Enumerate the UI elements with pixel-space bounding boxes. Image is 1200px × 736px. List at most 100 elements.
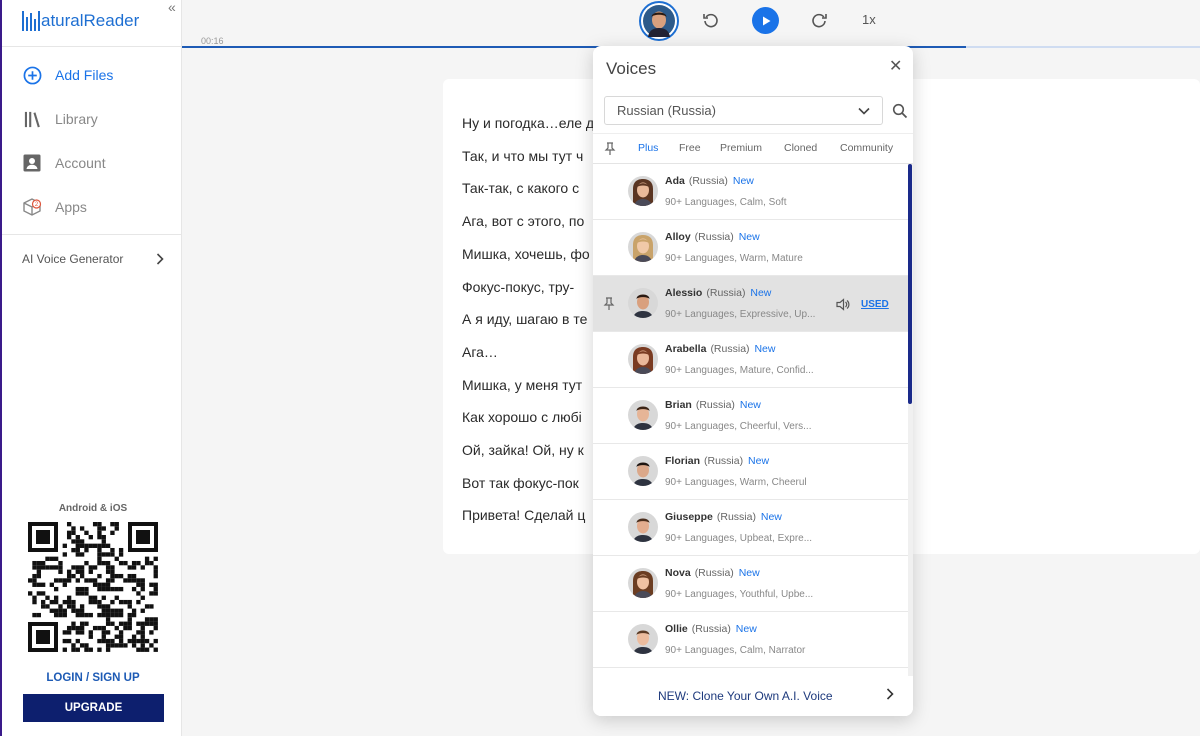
voice-name: Brian <box>665 399 692 411</box>
voice-name: Ada <box>665 175 685 187</box>
voice-row-alessio[interactable]: Alessio (Russia) New 90+ Languages, Expres… <box>593 276 909 332</box>
voice-region: (Russia) <box>694 567 734 579</box>
document-line[interactable]: Ага, вот с этого, по <box>462 213 584 229</box>
speaker-icon[interactable] <box>836 298 850 311</box>
new-badge: New <box>738 567 760 579</box>
voice-title: Arabella (Russia) New <box>665 343 775 355</box>
document-line[interactable]: Привета! Сделай ц <box>462 507 585 523</box>
voice-description: 90+ Languages, Cheerful, Vers... <box>665 421 812 432</box>
used-label[interactable]: USED <box>861 299 889 310</box>
voice-region: (Russia) <box>688 175 728 187</box>
upgrade-button[interactable]: UPGRADE <box>23 694 164 722</box>
voice-description: 90+ Languages, Youthful, Upbe... <box>665 589 814 600</box>
voice-row-florian[interactable]: Florian (Russia) New 90+ Languages, Warm, … <box>593 444 909 500</box>
nav-add-files[interactable]: Add Files <box>22 63 113 87</box>
logo-mark-icon <box>22 11 40 31</box>
voice-description: 90+ Languages, Warm, Mature <box>665 253 803 264</box>
scroll-thumb[interactable] <box>908 164 912 404</box>
tab-plus[interactable]: Plus <box>638 142 658 154</box>
voice-description: 90+ Languages, Warm, Cheerul <box>665 477 807 488</box>
chevron-right-icon <box>886 688 894 700</box>
nav-apps[interactable]: 2 Apps <box>22 195 87 219</box>
voice-row-ollie[interactable]: Ollie (Russia) New 90+ Languages, Calm, Na… <box>593 612 909 668</box>
tab-cloned[interactable]: Cloned <box>784 142 817 154</box>
app-logo[interactable]: aturalReader <box>22 9 139 33</box>
app-root: aturalReader « Add Files Library Account… <box>0 0 1200 736</box>
voice-avatar <box>628 512 658 542</box>
voice-row-giuseppe[interactable]: Giuseppe (Russia) New 90+ Languages, Upbea… <box>593 500 909 556</box>
android-ios-label: Android & iOS <box>58 503 128 514</box>
voice-region: (Russia) <box>716 511 756 523</box>
voice-row-alloy[interactable]: Alloy (Russia) New 90+ Languages, Warm, Ma… <box>593 220 909 276</box>
language-value: Russian (Russia) <box>617 103 716 118</box>
voice-row-nova[interactable]: Nova (Russia) New 90+ Languages, Youthful,… <box>593 556 909 612</box>
voice-avatar <box>628 232 658 262</box>
nav-label: Add Files <box>55 67 114 83</box>
collapse-sidebar-icon[interactable]: « <box>168 0 176 15</box>
voice-name: Arabella <box>665 343 707 355</box>
close-icon[interactable]: ✕ <box>889 56 902 76</box>
document-line[interactable]: Мишка, хочешь, фо <box>462 246 590 262</box>
voice-title: Giuseppe (Russia) New <box>665 511 782 523</box>
voice-name: Nova <box>665 567 691 579</box>
document-line[interactable]: Мишка, у меня тут <box>462 377 582 393</box>
search-icon[interactable] <box>892 103 908 119</box>
document-line[interactable]: Ой, зайка! Ой, ну к <box>462 442 584 458</box>
voice-description: 90+ Languages, Mature, Confid... <box>665 365 814 376</box>
login-signup-link[interactable]: LOGIN / SIGN UP <box>2 672 184 684</box>
document-line[interactable]: Как хорошо с любі <box>462 409 582 425</box>
nav-label: Apps <box>55 199 87 215</box>
voice-name: Alessio <box>665 287 703 299</box>
voice-title: Florian (Russia) New <box>665 455 769 467</box>
pin-icon[interactable] <box>603 297 615 311</box>
voice-row-arabella[interactable]: Arabella (Russia) New 90+ Languages, Matur… <box>593 332 909 388</box>
nav-library[interactable]: Library <box>22 107 98 131</box>
new-badge: New <box>732 175 754 187</box>
voice-row-brian[interactable]: Brian (Russia) New 90+ Languages, Cheerful… <box>593 388 909 444</box>
voices-panel: Voices ✕ Russian (Russia) Plus Free Premiu… <box>593 46 913 716</box>
play-button[interactable] <box>752 7 779 34</box>
document-line[interactable]: Так, и что мы тут ч <box>462 148 583 164</box>
tab-premium[interactable]: Premium <box>720 142 762 154</box>
voice-category-tabs: Plus Free Premium Cloned Community <box>593 133 913 164</box>
document-line[interactable]: А я иду, шагаю в те <box>462 311 587 327</box>
current-voice-avatar[interactable] <box>639 1 679 41</box>
rewind-icon <box>703 13 718 28</box>
tab-community[interactable]: Community <box>840 142 893 154</box>
voice-name: Alloy <box>665 231 691 243</box>
voice-list-scrollbar[interactable] <box>908 164 913 676</box>
forward-button[interactable] <box>808 9 830 31</box>
nav-label: Library <box>55 111 98 127</box>
document-line[interactable]: Вот так фокус-пок <box>462 475 579 491</box>
voice-avatar <box>628 456 658 486</box>
clone-voice-cta[interactable]: NEW: Clone Your Own A.I. Voice <box>593 676 913 716</box>
language-select[interactable]: Russian (Russia) <box>604 96 883 125</box>
new-badge: New <box>760 511 782 523</box>
elapsed-time: 00:16 <box>201 36 224 46</box>
document-line[interactable]: Фокус-покус, тру- <box>462 279 574 295</box>
voice-avatar <box>628 288 658 318</box>
ai-voice-generator-link[interactable]: AI Voice Generator <box>22 252 164 266</box>
voice-region: (Russia) <box>691 623 731 635</box>
sidebar: aturalReader « Add Files Library Account… <box>0 0 182 736</box>
voice-list: Ada (Russia) New 90+ Languages, Calm, Soft… <box>593 164 909 676</box>
voice-row-ada[interactable]: Ada (Russia) New 90+ Languages, Calm, Soft <box>593 164 909 220</box>
divider <box>2 46 182 47</box>
chevron-right-icon <box>156 253 164 265</box>
document-line[interactable]: Ну и погодка…еле д <box>462 115 594 131</box>
voice-title: Ollie (Russia) New <box>665 623 757 635</box>
document-line[interactable]: Так-так, с какого с <box>462 180 579 196</box>
tab-free[interactable]: Free <box>679 142 701 154</box>
alessio-avatar-icon <box>643 5 675 37</box>
new-badge: New <box>750 287 772 299</box>
account-icon <box>22 153 42 173</box>
voice-description: 90+ Languages, Calm, Narrator <box>665 645 806 656</box>
rewind-button[interactable] <box>700 9 722 31</box>
new-badge: New <box>754 343 776 355</box>
pin-icon[interactable] <box>603 142 617 156</box>
document-line[interactable]: Ага… <box>462 344 498 360</box>
playback-speed[interactable]: 1x <box>862 12 876 27</box>
nav-account[interactable]: Account <box>22 151 106 175</box>
voice-region: (Russia) <box>694 231 734 243</box>
plus-circle-icon <box>22 65 42 85</box>
